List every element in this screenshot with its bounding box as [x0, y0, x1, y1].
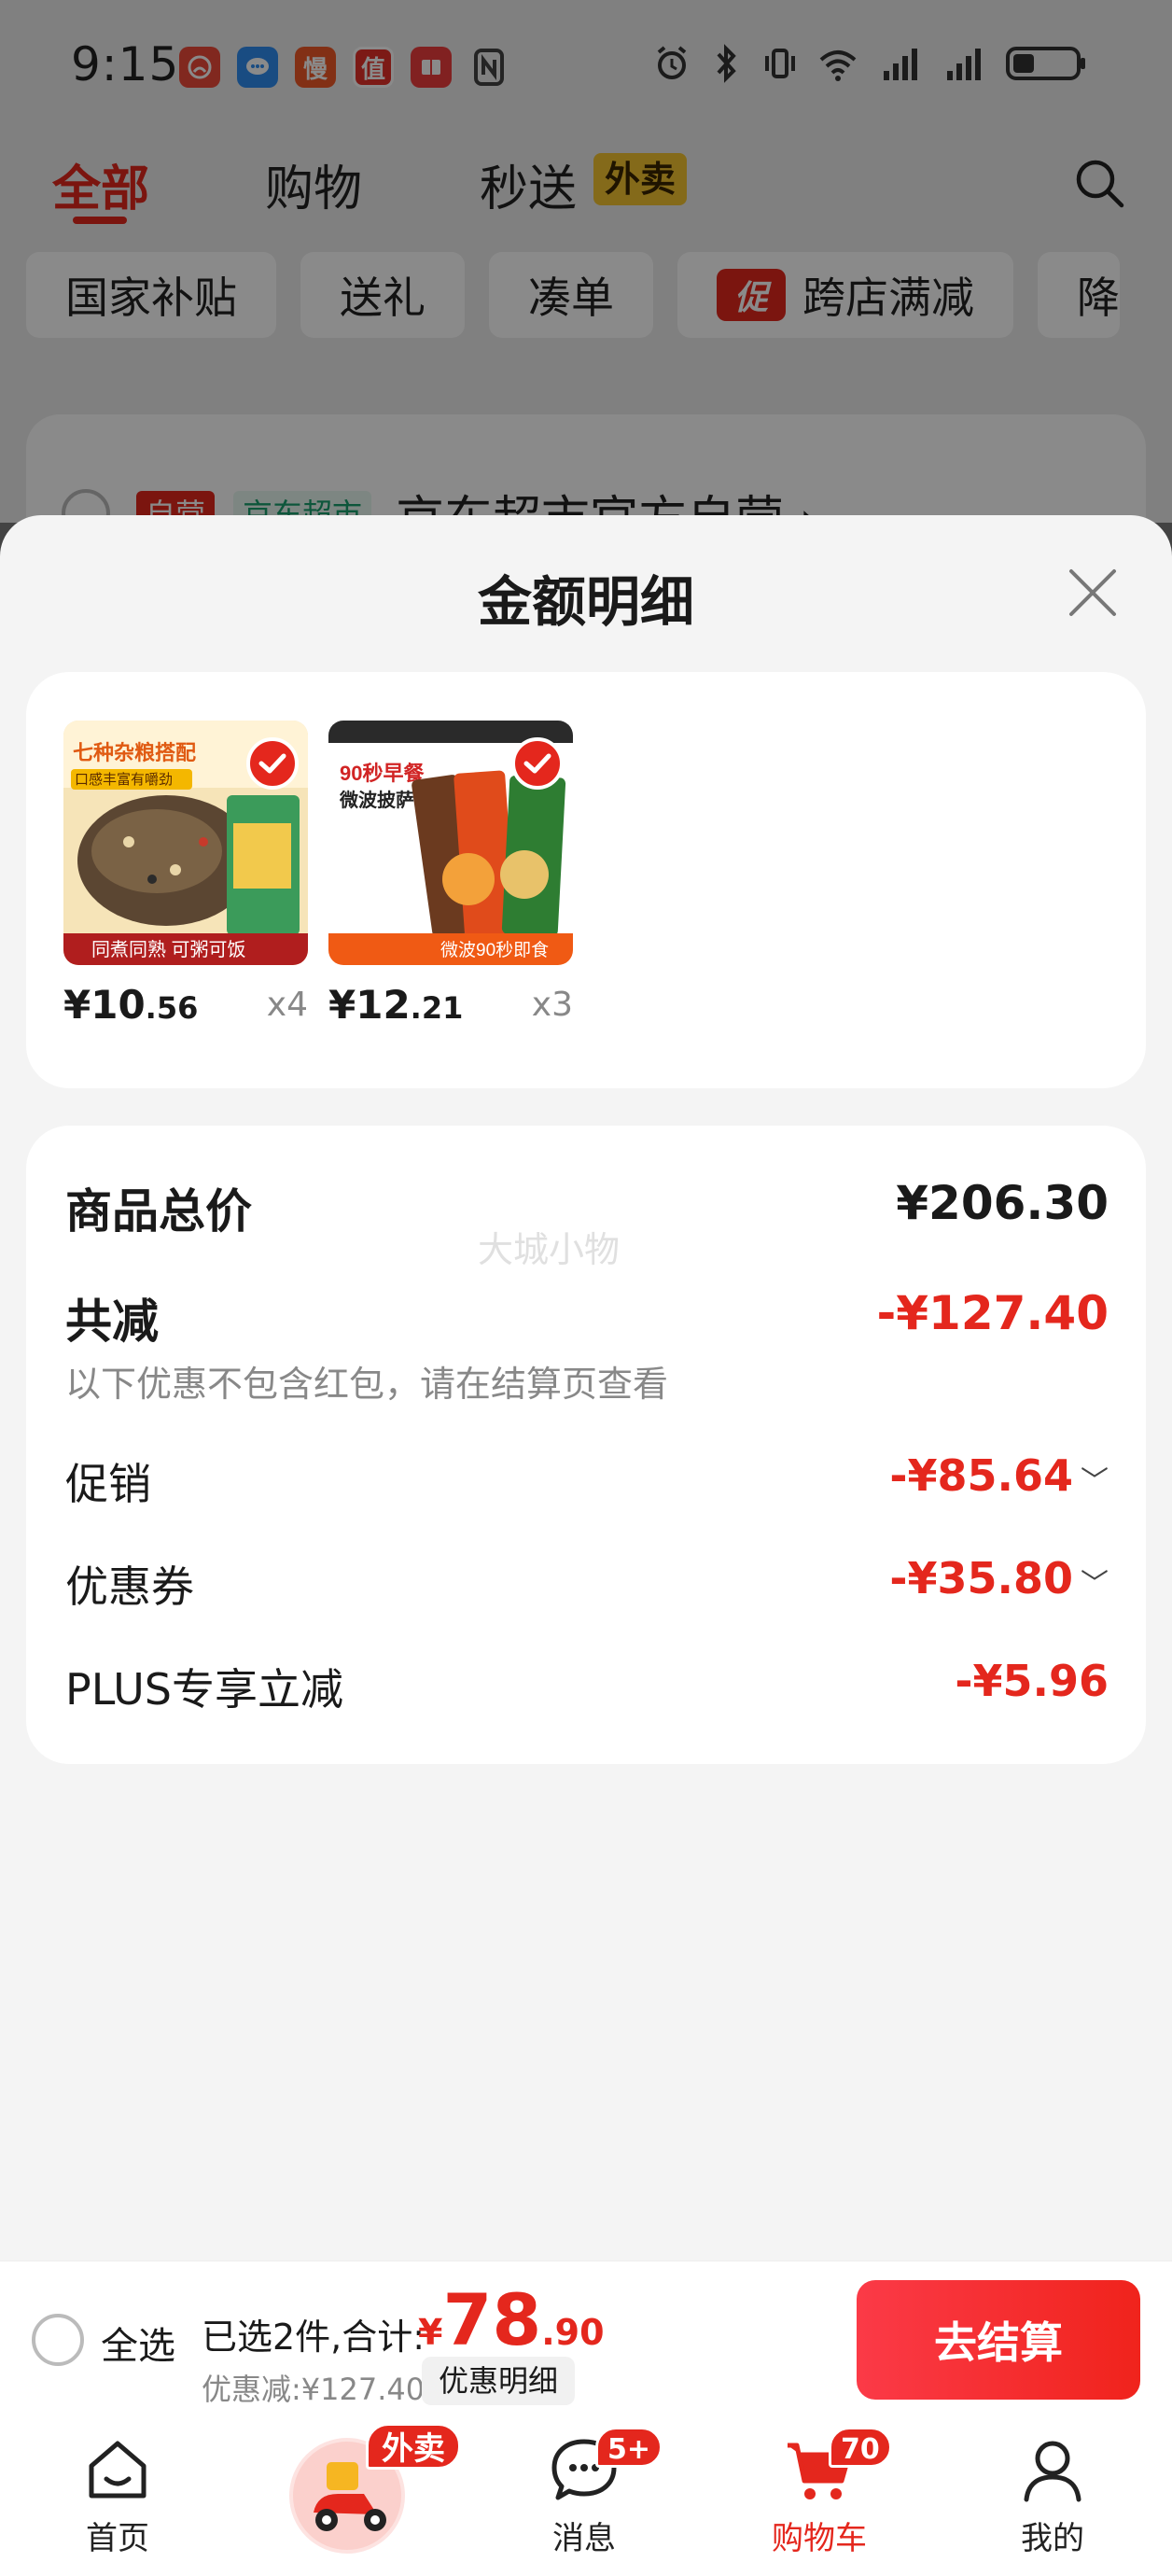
- chevron-down-icon: ﹀: [1081, 1568, 1109, 1601]
- watermark: 大城小物: [478, 1229, 621, 1270]
- selected-count: 已选2件,合计:: [202, 2317, 426, 2358]
- total-reduction-value: -¥127.40: [876, 1286, 1109, 1340]
- tab-label: 我的: [1021, 2520, 1084, 2557]
- tab-messages[interactable]: 5+ 消息: [491, 2427, 677, 2558]
- product-image-grain-rice: 七种杂粮搭配 口感丰富有嚼劲 同煮同熟 可粥可饭: [63, 721, 308, 965]
- tab-label: 购物车: [772, 2520, 867, 2557]
- tab-home[interactable]: 首页: [24, 2432, 211, 2558]
- promotion-value: -¥85.64: [889, 1450, 1073, 1501]
- bottom-tab-bar: 首页 外卖 5+ 消息 70 购物车 我的: [0, 2419, 1172, 2576]
- tab-label: 首页: [86, 2520, 149, 2557]
- checkmark-icon: [511, 737, 564, 790]
- discount-detail-link[interactable]: 优惠明细: [422, 2357, 576, 2405]
- total-currency: ¥: [418, 2312, 443, 2353]
- product-bottom-banner: 同煮同熟 可粥可饭: [91, 939, 246, 960]
- select-all-radio[interactable]: [32, 2314, 84, 2366]
- coupon-row-value[interactable]: -¥35.80 ﹀: [889, 1553, 1109, 1603]
- cart-badge: 70: [829, 2427, 892, 2468]
- tab-cart[interactable]: 70 购物车: [726, 2427, 913, 2558]
- product-subline: 口感丰富有嚼劲: [75, 771, 173, 788]
- product-image-pizza: 90秒早餐 微波披萨 微波90秒即食: [328, 721, 573, 965]
- settle-total: ¥78.90: [418, 2278, 605, 2361]
- tab-me[interactable]: 我的: [959, 2432, 1146, 2558]
- checkout-button[interactable]: 去结算: [857, 2280, 1140, 2400]
- settlement-bar: 全选 已选2件,合计: ¥78.90 优惠减:¥127.40 优惠明细 去结算: [0, 2261, 1172, 2419]
- product-quantity: x4: [266, 986, 308, 1024]
- discount-amount: 优惠减:¥127.40: [202, 2372, 426, 2407]
- selected-products-card: 七种杂粮搭配 口感丰富有嚼劲 同煮同熟 可粥可饭 ¥10.56 x4 90秒早餐…: [26, 672, 1146, 1088]
- total-reduction-label: 共减: [65, 1295, 159, 1349]
- user-icon: [1024, 2441, 1081, 2502]
- product-subline: 微波披萨: [339, 789, 414, 811]
- total-price-label: 商品总价: [65, 1184, 252, 1239]
- product-headline: 90秒早餐: [340, 762, 425, 785]
- promotion-row-value[interactable]: -¥85.64 ﹀: [889, 1450, 1109, 1501]
- coupon-value: -¥35.80: [889, 1553, 1073, 1603]
- total-int: 78: [442, 2278, 542, 2361]
- total-price-value: ¥206.30: [896, 1176, 1109, 1230]
- product-quantity: x3: [531, 986, 573, 1024]
- message-badge: 5+: [595, 2427, 663, 2468]
- total-dec: .90: [541, 2312, 605, 2353]
- product-price: ¥12.21: [328, 982, 463, 1028]
- checkmark-icon: [246, 737, 299, 790]
- price-detail-card: 大城小物 商品总价 ¥206.30 共减 -¥127.40 以下优惠不包含红包，…: [26, 1126, 1146, 1764]
- select-all-label[interactable]: 全选: [101, 2316, 175, 2370]
- plus-discount-label: PLUS专享立减: [65, 1664, 343, 1715]
- price-int: ¥12: [328, 982, 411, 1028]
- price-dec: .56: [145, 990, 199, 1026]
- close-icon[interactable]: [1064, 564, 1122, 622]
- sheet-title: 金额明细: [477, 570, 694, 634]
- home-icon: [89, 2441, 146, 2499]
- product-item[interactable]: 90秒早餐 微波披萨 微波90秒即食 ¥12.21 x3: [328, 721, 573, 1028]
- chevron-down-icon: ﹀: [1081, 1465, 1109, 1498]
- price-dec: .21: [410, 990, 464, 1026]
- tab-label: 消息: [552, 2520, 616, 2557]
- reduction-note: 以下优惠不包含红包，请在结算页查看: [65, 1364, 669, 1405]
- plus-discount-value: -¥5.96: [955, 1656, 1109, 1706]
- promotion-label: 促销: [65, 1459, 151, 1509]
- coupon-label: 优惠券: [65, 1561, 194, 1612]
- product-headline: 七种杂粮搭配: [73, 741, 196, 764]
- product-price: ¥10.56: [63, 982, 198, 1028]
- amount-detail-sheet: 金额明细 七种杂粮搭配 口感丰富有嚼劲 同煮同熟 可粥可饭 ¥10.56 x4 …: [0, 515, 1172, 2261]
- waimai-badge: 外卖: [366, 2423, 461, 2470]
- product-item[interactable]: 七种杂粮搭配 口感丰富有嚼劲 同煮同熟 可粥可饭 ¥10.56 x4: [63, 721, 308, 1028]
- price-int: ¥10: [63, 982, 146, 1028]
- product-bottom-banner: 微波90秒即食: [440, 940, 549, 960]
